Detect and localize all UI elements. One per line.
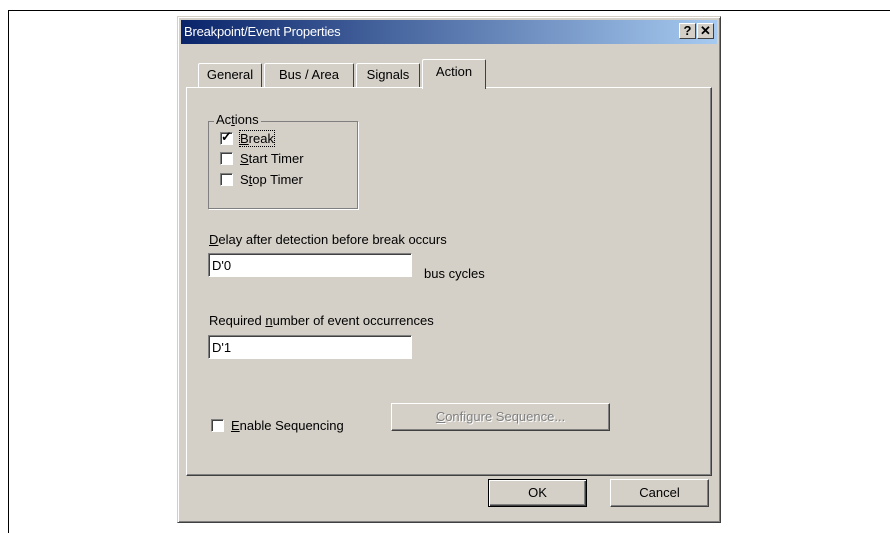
stop-timer-label: Stop Timer (240, 171, 303, 187)
tab-action[interactable]: Action (422, 59, 486, 89)
cancel-button[interactable]: Cancel (610, 479, 709, 507)
help-icon: ? (683, 23, 692, 38)
break-label: Break (239, 129, 275, 147)
ok-label: OK (528, 485, 547, 500)
help-button[interactable]: ? (679, 23, 696, 39)
configure-sequence-button[interactable]: Configure Sequence... (391, 403, 610, 431)
bus-cycles-label: bus cycles (424, 266, 485, 281)
tab-bus-area[interactable]: Bus / Area (264, 63, 354, 87)
occurrences-value: D'1 (212, 340, 232, 355)
page-frame-left-border (8, 10, 9, 533)
delay-value: D'0 (212, 258, 232, 273)
enable-sequencing-checkbox[interactable]: Enable Sequencing (211, 416, 344, 434)
start-timer-checkbox[interactable]: Start Timer (220, 149, 304, 167)
tab-signals[interactable]: Signals (356, 63, 420, 87)
ok-button[interactable]: OK (488, 479, 587, 507)
checkmark-icon: ✓ (221, 128, 232, 144)
tab-label: Bus / Area (279, 67, 339, 82)
cancel-label: Cancel (639, 485, 680, 500)
tab-label: Action (435, 64, 473, 79)
occurrences-label: Required number of event occurrences (209, 313, 434, 328)
checkbox-box (220, 172, 233, 186)
tab-general[interactable]: General (198, 63, 262, 87)
window-title: Breakpoint/Event Properties (184, 24, 341, 39)
start-timer-label: Start Timer (240, 150, 304, 166)
breakpoint-properties-dialog: Breakpoint/Event Properties ? ✕ General … (177, 16, 721, 523)
delay-input[interactable]: D'0 (208, 253, 412, 277)
stop-timer-checkbox[interactable]: Stop Timer (220, 170, 303, 188)
close-button[interactable]: ✕ (697, 23, 714, 39)
enable-sequencing-label: Enable Sequencing (231, 417, 344, 433)
tab-label: General (206, 67, 254, 82)
checkbox-box (220, 151, 233, 165)
delay-label: Delay after detection before break occur… (209, 232, 447, 247)
actions-group-title: Actions (214, 112, 261, 127)
checkbox-box: ✓ (220, 128, 233, 145)
break-checkbox[interactable]: ✓ Break (220, 128, 275, 147)
title-bar[interactable]: Breakpoint/Event Properties ? ✕ (181, 20, 717, 44)
close-icon: ✕ (700, 23, 711, 38)
tab-label: Signals (366, 67, 410, 82)
occurrences-input[interactable]: D'1 (208, 335, 412, 359)
page-frame-top-border (8, 10, 890, 11)
checkbox-box (211, 418, 224, 432)
